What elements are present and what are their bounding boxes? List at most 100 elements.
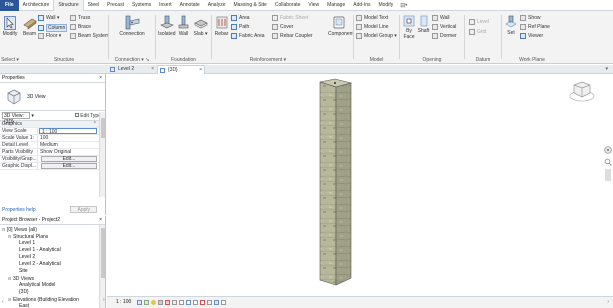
menu-tab-collaborate[interactable]: Collaborate bbox=[271, 0, 305, 11]
browser-tree-item[interactable]: Level 2 - Analytical bbox=[0, 261, 105, 268]
menu-tab-add-ins[interactable]: Add-Ins bbox=[349, 0, 374, 11]
scrollbar-thumb[interactable] bbox=[101, 118, 105, 138]
browser-tree-item[interactable]: East bbox=[0, 303, 105, 308]
model-text-button[interactable]: Model Text bbox=[356, 15, 388, 21]
close-tab-icon[interactable]: × bbox=[151, 65, 154, 74]
brace-button[interactable]: Brace bbox=[70, 24, 91, 30]
close-properties-icon[interactable]: × bbox=[99, 74, 102, 83]
browser-tree-item[interactable]: Analytical Model bbox=[0, 282, 105, 289]
vertical-opening-button[interactable]: Vertical bbox=[432, 24, 456, 30]
viewcube-icon[interactable] bbox=[569, 79, 595, 103]
browser-tree-item[interactable]: Site bbox=[0, 268, 105, 275]
worksharing-display-icon[interactable] bbox=[207, 300, 212, 305]
show-crop-region-icon[interactable] bbox=[179, 300, 184, 305]
edit-button-label[interactable]: Edit... bbox=[41, 156, 97, 162]
column-button[interactable]: Column bbox=[38, 24, 68, 32]
property-value[interactable]: 1 : 100 bbox=[39, 128, 97, 134]
close-browser-icon[interactable]: × bbox=[99, 216, 102, 225]
reinforcement-group-label[interactable]: Reinforcement ▾ bbox=[212, 57, 324, 63]
browser-hscroll-arrow[interactable]: › bbox=[103, 297, 106, 307]
menu-tab-modify[interactable]: Modify bbox=[374, 0, 397, 11]
type-selector[interactable]: 3D View bbox=[0, 83, 105, 111]
truss-button[interactable]: Truss bbox=[70, 15, 90, 21]
connection-button[interactable]: Connection bbox=[114, 15, 150, 37]
apply-button[interactable]: Apply bbox=[70, 206, 97, 213]
browser-tree-item[interactable]: Level 1 - Analytical bbox=[0, 247, 105, 254]
scroll-right-icon[interactable]: › bbox=[607, 297, 609, 308]
fabric-area-button[interactable]: Fabric Area bbox=[231, 33, 265, 39]
component-button[interactable]: Component bbox=[328, 15, 354, 37]
file-menu[interactable]: File bbox=[0, 0, 19, 11]
edit-button-label[interactable]: Edit... bbox=[41, 163, 97, 169]
menu-tab-steel[interactable]: Steel bbox=[84, 0, 103, 11]
view-tab-level-2[interactable]: Level 2 × bbox=[108, 65, 156, 74]
modify-button[interactable]: Modify bbox=[2, 16, 18, 37]
level-button[interactable]: Level bbox=[469, 19, 489, 25]
by-face-button[interactable]: By Face bbox=[402, 15, 416, 40]
browser-scrollbar[interactable] bbox=[99, 225, 105, 308]
slab-foundation-button[interactable]: Slab ▾ bbox=[192, 15, 209, 37]
path-reinforcement-button[interactable]: Path bbox=[231, 24, 249, 30]
properties-scrollbar[interactable] bbox=[99, 112, 105, 197]
crop-view-icon[interactable] bbox=[172, 300, 177, 305]
temporary-hide-icon[interactable] bbox=[193, 300, 198, 305]
viewer-button[interactable]: Viewer bbox=[520, 33, 543, 39]
tab-list-chevron-icon[interactable]: ▾ bbox=[605, 65, 608, 74]
properties-help-link[interactable]: Properties help bbox=[0, 207, 36, 213]
menu-tab-systems[interactable]: Systems bbox=[128, 0, 155, 11]
sun-path-icon[interactable] bbox=[151, 300, 156, 305]
scrollbar-thumb[interactable] bbox=[101, 228, 105, 278]
lock-3d-view-icon[interactable] bbox=[186, 300, 191, 305]
menu-tab-structure[interactable]: Structure bbox=[53, 0, 84, 11]
wall-foundation-button[interactable]: Wall bbox=[176, 15, 191, 37]
area-reinforcement-button[interactable]: Area bbox=[231, 15, 250, 21]
browser-tree-item[interactable]: ⊟ Structural Plans bbox=[0, 233, 105, 240]
menu-tab-analyze[interactable]: Analyze bbox=[204, 0, 230, 11]
browser-tree-item[interactable]: ⊟ [0] Views (all) bbox=[0, 226, 105, 233]
property-value[interactable]: Show Original bbox=[38, 149, 105, 155]
wall-button[interactable]: Wall ▾ bbox=[38, 15, 59, 21]
zoom-icon[interactable] bbox=[604, 158, 612, 166]
model-line-button[interactable]: Model Line bbox=[356, 24, 388, 30]
browser-tree-item[interactable]: ⊟ 3D Views bbox=[0, 275, 105, 282]
browser-tree-item[interactable]: ⊟ Elevations (Building Elevation bbox=[0, 296, 105, 303]
beam-button[interactable]: Beam bbox=[22, 16, 37, 37]
property-value[interactable]: 100 bbox=[38, 135, 105, 141]
property-edit-button[interactable]: Edit... bbox=[38, 156, 105, 162]
floor-button[interactable]: Floor ▾ bbox=[38, 33, 61, 39]
nav-bar-scroll[interactable] bbox=[605, 169, 611, 181]
shaft-button[interactable]: Shaft bbox=[417, 15, 430, 34]
wall-opening-button[interactable]: Wall bbox=[432, 15, 450, 21]
browser-tree-item[interactable]: {3D} bbox=[0, 289, 105, 296]
cover-button[interactable]: Cover bbox=[272, 24, 293, 30]
dormer-button[interactable]: Dormer bbox=[432, 33, 457, 39]
grid-button[interactable]: Grid bbox=[469, 29, 486, 35]
drawing-canvas[interactable] bbox=[107, 75, 603, 296]
edit-type-button[interactable]: Edit Type bbox=[75, 111, 101, 121]
menu-tab-precast[interactable]: Precast bbox=[103, 0, 128, 11]
ribbon-minimize-toggle[interactable]: ⊟• bbox=[397, 2, 410, 9]
graphics-category-row[interactable]: Graphics ⌃ bbox=[0, 121, 105, 128]
menu-tab-massing-site[interactable]: Massing & Site bbox=[229, 0, 270, 11]
instance-filter-dropdown[interactable]: 3D View: {3D} bbox=[2, 112, 30, 125]
browser-tree-item[interactable]: Level 1 bbox=[0, 240, 105, 247]
rebar-button[interactable]: Rebar bbox=[214, 15, 229, 37]
visual-style-icon[interactable] bbox=[144, 300, 149, 305]
highlight-displacement-icon[interactable] bbox=[221, 300, 226, 305]
browser-tree-item[interactable]: Level 2 bbox=[0, 254, 105, 261]
render-icon[interactable] bbox=[165, 300, 170, 305]
show-work-plane-button[interactable]: Show bbox=[520, 15, 541, 21]
close-tab-icon[interactable]: × bbox=[199, 66, 202, 75]
scroll-left-icon[interactable]: ‹ bbox=[2, 299, 4, 305]
detail-level-icon[interactable] bbox=[137, 300, 142, 305]
menu-tab-manage[interactable]: Manage bbox=[323, 0, 349, 11]
set-work-plane-button[interactable]: Set bbox=[504, 15, 518, 36]
isolated-foundation-button[interactable]: Isolated bbox=[158, 15, 176, 37]
property-value[interactable]: Medium bbox=[38, 142, 105, 148]
model-group-button[interactable]: Model Group ▾ bbox=[356, 33, 397, 39]
connection-group-label[interactable]: Connection ▾ ↘ bbox=[109, 57, 155, 63]
beam-system-button[interactable]: Beam System bbox=[70, 33, 109, 39]
property-edit-button[interactable]: Edit... bbox=[38, 163, 105, 169]
view-scale[interactable]: 1 : 100 bbox=[116, 297, 131, 308]
menu-tab-architecture[interactable]: Architecture bbox=[19, 0, 54, 11]
